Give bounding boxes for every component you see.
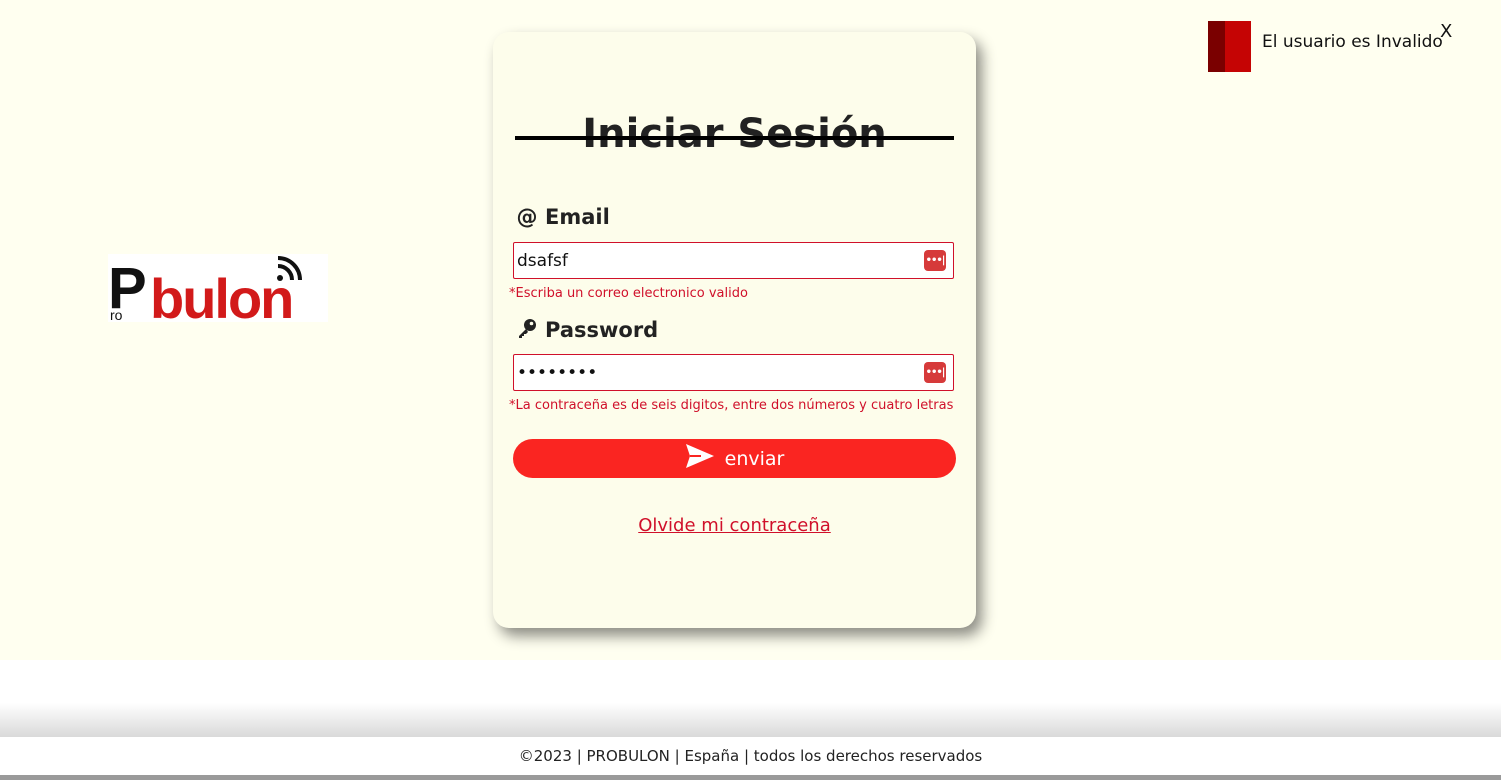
email-input[interactable] xyxy=(517,243,917,278)
title-divider xyxy=(515,136,954,140)
password-field[interactable]: •••| xyxy=(513,354,954,391)
probulon-logo: P ro bulon xyxy=(108,254,328,322)
toast-error-bar xyxy=(1208,21,1251,72)
password-manager-icon[interactable]: •••| xyxy=(924,250,946,271)
footer-shadow xyxy=(0,660,1501,738)
toast-close-button[interactable]: X xyxy=(1440,21,1452,42)
login-title: Iniciar Sesión xyxy=(582,111,887,157)
at-icon: @ xyxy=(516,205,538,229)
login-card: Iniciar Sesión @ Email •••| *Escriba un … xyxy=(493,32,976,628)
logo-graphic: P ro bulon xyxy=(108,256,302,322)
password-input[interactable] xyxy=(517,355,917,390)
send-icon xyxy=(685,443,715,474)
footer-bottom-bar xyxy=(0,775,1501,780)
password-label-text: Password xyxy=(545,318,659,342)
submit-label: enviar xyxy=(724,447,785,470)
forgot-password-link[interactable]: Olvide mi contraceña xyxy=(493,515,976,536)
submit-button[interactable]: enviar xyxy=(513,439,956,478)
toast-message: El usuario es Invalido xyxy=(1262,32,1443,52)
error-toast: El usuario es Invalido X xyxy=(1208,21,1493,72)
logo-ro: ro xyxy=(110,307,123,322)
email-label-text: Email xyxy=(545,205,610,229)
email-field[interactable]: •••| xyxy=(513,242,954,279)
email-label: @ Email xyxy=(515,202,610,232)
key-icon xyxy=(515,317,539,344)
password-label: Password xyxy=(515,315,658,345)
email-error: *Escriba un correo electronico valido xyxy=(509,286,748,301)
main-area: P ro bulon Iniciar Sesión @ Email •••| *… xyxy=(0,0,1501,660)
footer-text: ©2023 | PROBULON | España | todos los de… xyxy=(518,747,983,765)
logo-bulon: bulon xyxy=(150,267,292,322)
password-error: *La contraceña es de seis digitos, entre… xyxy=(509,398,954,413)
footer: ©2023 | PROBULON | España | todos los de… xyxy=(0,737,1501,775)
password-manager-icon[interactable]: •••| xyxy=(924,362,946,383)
